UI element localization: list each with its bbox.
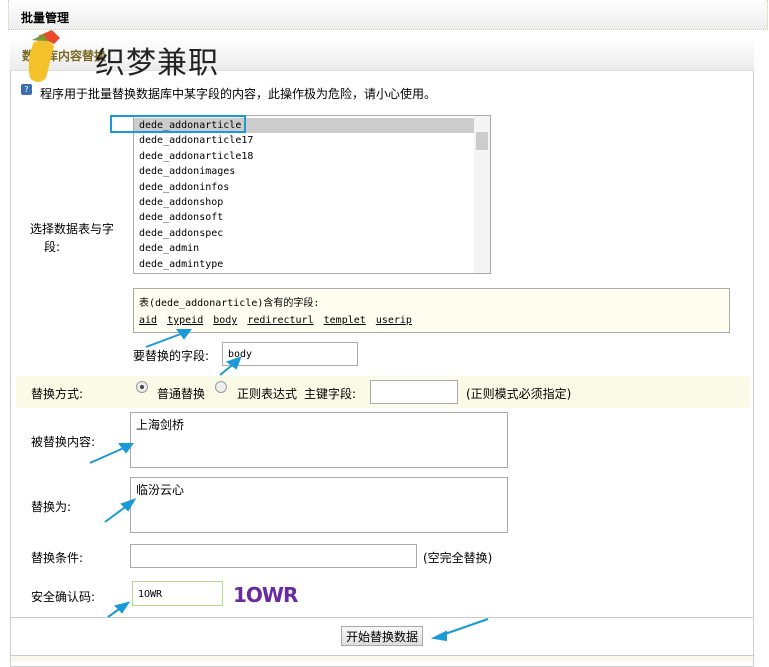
annotation-overlay (89, 115, 489, 642)
